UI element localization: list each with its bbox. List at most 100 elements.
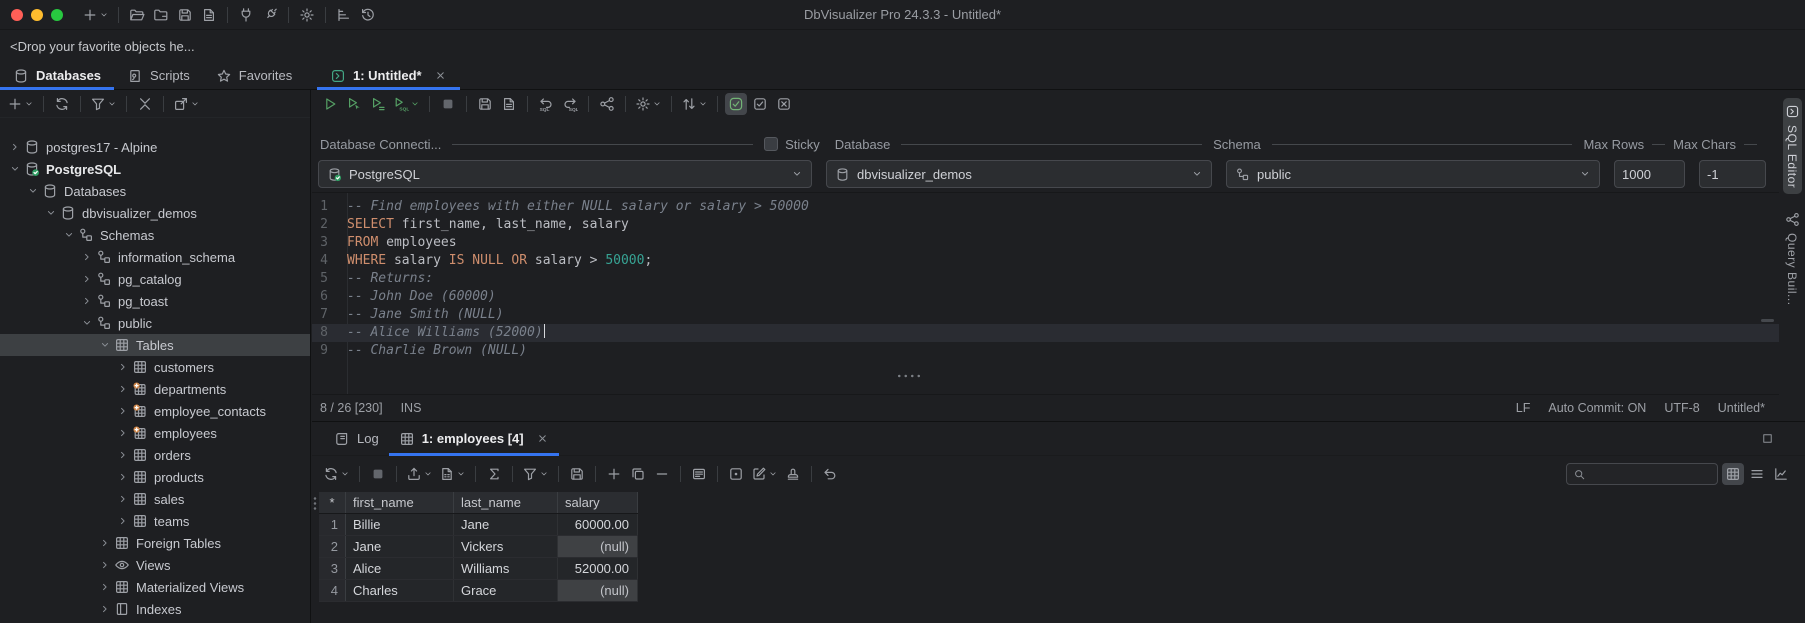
open-object-button[interactable]	[171, 93, 202, 115]
chevron-right-icon[interactable]	[6, 141, 23, 153]
editor-settings-button[interactable]	[633, 93, 664, 115]
form-view-button[interactable]	[688, 463, 710, 485]
tree-item-postgres17-alpine[interactable]: postgres17 - Alpine	[0, 136, 310, 158]
tree-item-products[interactable]: products	[0, 466, 310, 488]
tree-item-pg-catalog[interactable]: pg_catalog	[0, 268, 310, 290]
grid-view-toggle[interactable]	[1722, 463, 1744, 485]
chevron-right-icon[interactable]	[78, 295, 95, 307]
row-number[interactable]: 3	[319, 558, 346, 579]
column-header-last-name[interactable]: last_name	[454, 492, 558, 513]
chevron-down-icon[interactable]	[42, 207, 59, 219]
redo-sql-button[interactable]	[559, 93, 581, 115]
save-grid-button[interactable]	[566, 463, 588, 485]
chevron-down-icon[interactable]	[24, 185, 41, 197]
sticky-checkbox[interactable]	[764, 137, 779, 151]
tree-item-sales[interactable]: sales	[0, 488, 310, 510]
grid-search[interactable]	[1566, 463, 1718, 485]
database-select[interactable]: dbvisualizer_demos	[826, 160, 1212, 188]
save-button[interactable]	[174, 4, 196, 26]
confirm-execute-toggle[interactable]	[749, 93, 771, 115]
cell-last-name[interactable]: Grace	[454, 580, 558, 601]
tree-item-databases[interactable]: Databases	[0, 180, 310, 202]
max-rows-input[interactable]: 1000	[1614, 160, 1685, 188]
code-line-6[interactable]: 6 -- John Doe (60000)	[312, 288, 1779, 306]
chevron-right-icon[interactable]	[78, 251, 95, 263]
drop-target-bar[interactable]: <Drop your favorite objects he...	[0, 30, 1805, 62]
tree-item-customers[interactable]: customers	[0, 356, 310, 378]
chart-view-toggle[interactable]	[1770, 463, 1792, 485]
chevron-down-icon[interactable]	[60, 229, 77, 241]
chevron-right-icon[interactable]	[96, 537, 113, 549]
undo-edit-button[interactable]	[819, 463, 841, 485]
cell-last-name[interactable]: Jane	[454, 514, 558, 535]
chevron-down-icon[interactable]	[78, 317, 95, 329]
execute-button[interactable]	[319, 93, 341, 115]
tab-log[interactable]: Log	[324, 422, 389, 455]
code-line-9[interactable]: 9 -- Charlie Brown (NULL)	[312, 342, 1779, 360]
tab-1-employees-4[interactable]: 1: employees [4]	[388, 422, 559, 456]
chevron-down-icon[interactable]	[96, 339, 113, 351]
cell-salary[interactable]: (null)	[558, 580, 638, 601]
chevron-right-icon[interactable]	[114, 471, 131, 483]
close-window-button[interactable]	[11, 8, 23, 21]
grid-drag-handle[interactable]	[313, 496, 317, 511]
grid-search-input[interactable]	[1590, 466, 1711, 482]
tree-item-employees[interactable]: employees	[0, 422, 310, 444]
splitter-handle[interactable]	[896, 374, 922, 378]
tree-item-pg-toast[interactable]: pg_toast	[0, 290, 310, 312]
cell-viewer-button[interactable]	[725, 463, 747, 485]
chevron-right-icon[interactable]	[114, 449, 131, 461]
minimize-window-button[interactable]	[31, 8, 43, 21]
save-button[interactable]	[474, 93, 496, 115]
max-chars-input[interactable]: -1	[1699, 160, 1766, 188]
tab-scripts[interactable]: Scripts	[114, 62, 203, 89]
batch-update-button[interactable]	[782, 463, 804, 485]
code-line-8[interactable]: 8 -- Alice Williams (52000)	[312, 324, 1779, 342]
schema-select[interactable]: public	[1226, 160, 1600, 188]
tree-item-materialized-views[interactable]: Materialized Views	[0, 576, 310, 598]
cell-salary[interactable]: 52000.00	[558, 558, 638, 579]
cell-salary[interactable]: (null)	[558, 536, 638, 557]
code-line-1[interactable]: 1 -- Find employees with either NULL sala…	[312, 198, 1779, 216]
code-line-2[interactable]: 2 SELECT first_name, last_name, salary	[312, 216, 1779, 234]
stop-button[interactable]	[437, 93, 459, 115]
history-button[interactable]	[357, 4, 379, 26]
chevron-right-icon[interactable]	[96, 581, 113, 593]
sql-code-editor[interactable]: 1 -- Find employees with either NULL sala…	[312, 192, 1779, 395]
code-line-7[interactable]: 7 -- Jane Smith (NULL)	[312, 306, 1779, 324]
tree-item-indexes[interactable]: Indexes	[0, 598, 310, 620]
chevron-right-icon[interactable]	[114, 361, 131, 373]
tree-item-foreign-tables[interactable]: Foreign Tables	[0, 532, 310, 554]
chevron-right-icon[interactable]	[96, 603, 113, 615]
connection-select[interactable]: PostgreSQL	[318, 160, 812, 188]
tree-item-dbvisualizer-demos[interactable]: dbvisualizer_demos	[0, 202, 310, 224]
disconnect-button[interactable]	[259, 4, 281, 26]
open-file-button[interactable]	[126, 4, 148, 26]
side-tab-query-buil[interactable]: Query Buil...	[1783, 206, 1802, 312]
save-as-button[interactable]	[198, 4, 220, 26]
connect-button[interactable]	[235, 4, 257, 26]
cell-first-name[interactable]: Alice	[346, 558, 454, 579]
format-sql-button[interactable]	[679, 93, 710, 115]
cell-last-name[interactable]: Williams	[454, 558, 558, 579]
tree-item-departments[interactable]: departments	[0, 378, 310, 400]
tree-item-teams[interactable]: teams	[0, 510, 310, 532]
cell-salary[interactable]: 60000.00	[558, 514, 638, 535]
sql-monitor-button[interactable]	[333, 4, 355, 26]
tree-item-orders[interactable]: orders	[0, 444, 310, 466]
row-number[interactable]: 1	[319, 514, 346, 535]
text-view-toggle[interactable]	[1746, 463, 1768, 485]
tree-item-public[interactable]: public	[0, 312, 310, 334]
chevron-right-icon[interactable]	[78, 273, 95, 285]
insert-row-button[interactable]	[603, 463, 625, 485]
reload-grid-button[interactable]	[321, 463, 352, 485]
chevron-right-icon[interactable]	[114, 427, 131, 439]
export-grid-button[interactable]	[404, 463, 435, 485]
tree-item-information-schema[interactable]: information_schema	[0, 246, 310, 268]
execute-script-button[interactable]	[367, 93, 389, 115]
refresh-objects-button[interactable]	[51, 93, 73, 115]
tree-item-tables[interactable]: Tables	[0, 334, 310, 356]
save-as-button[interactable]	[498, 93, 520, 115]
maximize-panel-button[interactable]	[1761, 432, 1775, 446]
new-tab-button[interactable]	[80, 4, 111, 26]
